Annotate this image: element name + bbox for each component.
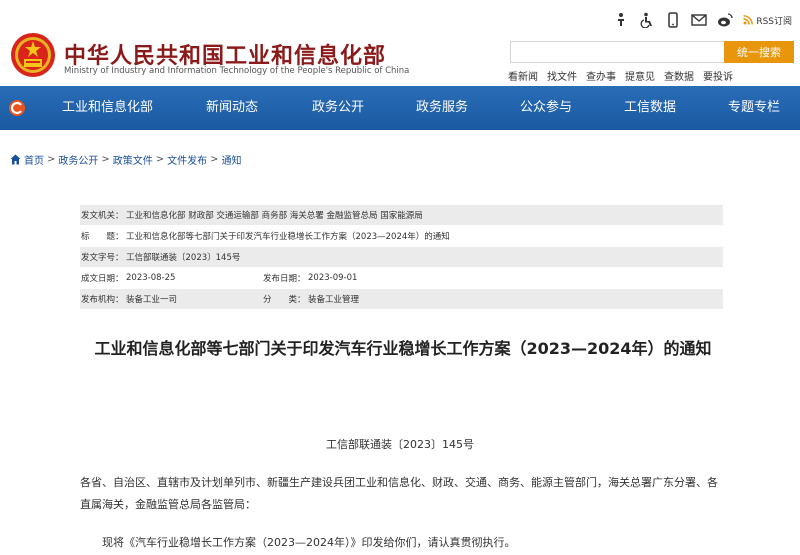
quick-link-news[interactable]: 看新闻 [508,68,538,83]
quick-link-data[interactable]: 查数据 [664,68,694,83]
weibo-icon[interactable] [717,12,733,28]
quick-link-complaint[interactable]: 要投诉 [703,68,733,83]
info-row-issuer: 发文机关： 工业和信息化部 财政部 交通运输部 商务部 海关总署 金融监管总局 … [80,205,723,226]
nav-item-government-affairs[interactable]: 政务公开 [312,86,364,130]
info-col-created: 成文日期： 2023-08-25 [80,272,262,284]
document-title: 工业和信息化部等七部门关于印发汽车行业稳增长工作方案（2023—2024年）的通… [94,339,712,358]
home-icon [10,154,21,165]
breadcrumb-notice[interactable]: 通知 [222,152,242,167]
document-paragraph: 现将《汽车行业稳增长工作方案（2023—2024年）》印发给你们，请认真贯彻执行… [102,536,516,549]
breadcrumb-file-release[interactable]: 文件发布 [167,152,207,167]
breadcrumb-policy-files[interactable]: 政策文件 [113,152,153,167]
nav-item-participation[interactable]: 公众参与 [520,86,572,130]
nav-item-data[interactable]: 工信数据 [624,86,676,130]
info-value: 工信部联通装〔2023〕145号 [126,253,241,263]
rss-label: RSS订阅 [756,16,792,27]
nav-item-home[interactable]: 工业和信息化部 [62,86,153,130]
info-label: 成文日期： [81,274,124,284]
top-icon-bar: RSS订阅 [613,10,792,30]
info-value: 2023-09-01 [308,273,358,283]
mobile-icon[interactable] [665,12,681,28]
document-info-table: 发文机关： 工业和信息化部 财政部 交通运输部 商务部 海关总署 金融监管总局 … [80,205,723,310]
info-col-category: 分 类： 装备工业管理 [262,293,359,305]
info-row-dates: 成文日期： 2023-08-25 发布日期： 2023-09-01 [80,268,723,289]
info-label: 发文字号： [81,253,124,263]
info-row-agency: 发布机构： 装备工业一司 分 类： 装备工业管理 [80,289,723,310]
site-subtitle: Ministry of Industry and Information Tec… [64,66,410,76]
info-row-title: 标 题： 工业和信息化部等七部门关于印发汽车行业稳增长工作方案（2023—202… [80,226,723,247]
info-value: 工业和信息化部 财政部 交通运输部 商务部 海关总署 金融监管总局 国家能源局 [126,211,423,221]
info-label: 发布日期： [263,274,306,284]
quick-link-services[interactable]: 查办事 [586,68,616,83]
info-label: 发布机构： [81,295,124,305]
quick-link-files[interactable]: 找文件 [547,68,577,83]
mail-icon[interactable] [691,12,708,28]
info-row-doc-number: 发文字号： 工信部联通装〔2023〕145号 [80,247,723,268]
quick-links: 看新闻 找文件 查办事 提意见 查数据 要投诉 [508,68,733,83]
unified-search-button[interactable]: 统一搜索 [724,41,794,63]
main-nav: 工业和信息化部 新闻动态 政务公开 政务服务 公众参与 工信数据 专题专栏 [0,86,800,130]
breadcrumb-separator: > [47,154,56,165]
info-value: 装备工业一司 [126,295,178,305]
breadcrumb-home[interactable]: 首页 [24,152,44,167]
nav-item-services[interactable]: 政务服务 [416,86,468,130]
info-col-agency: 发布机构： 装备工业一司 [80,293,262,305]
nav-item-news[interactable]: 新闻动态 [206,86,258,130]
accessibility-icon[interactable] [639,12,655,28]
document-paragraph: 各省、自治区、直辖市及计划单列市、新疆生产建设兵团工业和信息化、财政、交通、商务… [80,476,718,511]
info-label: 标 题： [81,232,124,242]
info-col-published: 发布日期： 2023-09-01 [262,272,357,284]
rss-icon [743,15,754,25]
elderly-mode-icon[interactable] [613,12,629,28]
document-number: 工信部联通装〔2023〕145号 [326,438,474,451]
quick-link-feedback[interactable]: 提意见 [625,68,655,83]
breadcrumb-separator: > [155,154,165,165]
breadcrumb: 首页 > 政务公开 > 政策文件 > 文件发布 > 通知 [10,152,242,167]
national-emblem-icon [11,33,55,77]
miit-logo-icon [9,100,25,116]
info-label: 分 类： [263,295,306,305]
rss-link[interactable]: RSS订阅 [743,14,792,27]
nav-item-topics[interactable]: 专题专栏 [728,86,780,130]
site-header: 中华人民共和国工业和信息化部 Ministry of Industry and … [0,0,800,90]
info-value: 装备工业管理 [308,295,360,305]
breadcrumb-separator: > [101,154,110,165]
info-value: 2023-08-25 [126,273,176,283]
search-input[interactable] [510,41,725,63]
info-value: 工业和信息化部等七部门关于印发汽车行业稳增长工作方案（2023—2024年）的通… [126,232,450,242]
info-label: 发文机关： [81,211,124,221]
breadcrumb-separator: > [210,154,219,165]
breadcrumb-government-affairs[interactable]: 政务公开 [58,152,98,167]
